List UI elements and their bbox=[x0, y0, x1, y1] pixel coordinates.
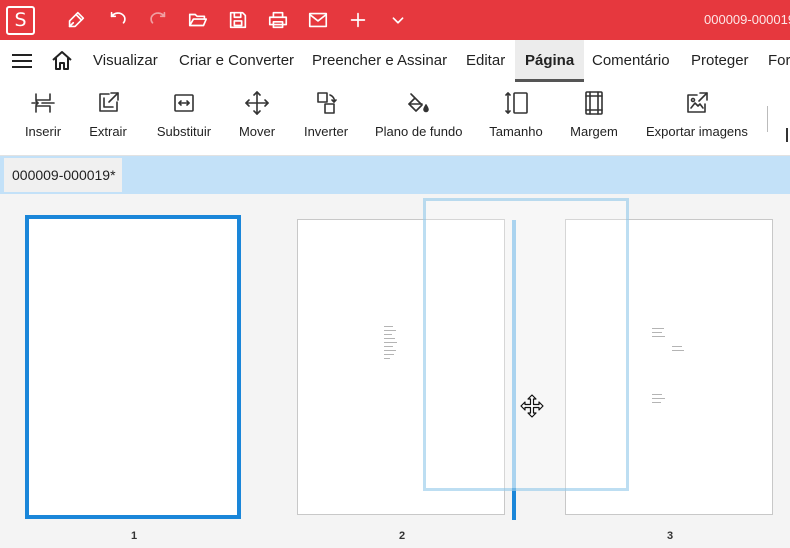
tab-criar-e-converter[interactable]: Criar e Converter bbox=[179, 40, 294, 82]
ribbon-separator bbox=[767, 106, 768, 132]
tab-visualizar[interactable]: Visualizar bbox=[93, 40, 158, 82]
background-button[interactable]: Plano de fundo bbox=[375, 90, 462, 148]
tab-formulario[interactable]: For bbox=[768, 40, 790, 82]
page-thumbnail-1[interactable] bbox=[25, 215, 241, 519]
print-icon[interactable] bbox=[258, 0, 298, 40]
move-icon bbox=[244, 90, 270, 116]
page-size-button[interactable]: Tamanho bbox=[489, 90, 543, 148]
menu-bar: Visualizar Criar e Converter Preencher e… bbox=[0, 40, 790, 82]
move-button[interactable]: Mover bbox=[238, 90, 276, 148]
window-title: 000009-000019 bbox=[704, 12, 790, 27]
page-number-3: 3 bbox=[666, 530, 674, 542]
pen-icon[interactable] bbox=[56, 0, 96, 40]
insert-page-icon bbox=[30, 90, 56, 116]
margin-button[interactable]: Margem bbox=[569, 90, 619, 148]
tab-comentario[interactable]: Comentário bbox=[592, 40, 670, 82]
open-folder-icon[interactable] bbox=[178, 0, 218, 40]
extract-icon bbox=[95, 90, 121, 116]
drag-ghost-page bbox=[423, 198, 629, 491]
move-cursor-icon bbox=[519, 393, 545, 419]
chevron-down-icon[interactable] bbox=[378, 0, 418, 40]
app-logo[interactable]: S bbox=[6, 6, 35, 35]
replace-icon bbox=[171, 90, 197, 116]
page-number-1: 1 bbox=[130, 530, 138, 542]
home-icon[interactable] bbox=[50, 49, 74, 73]
hamburger-menu-icon[interactable] bbox=[10, 51, 34, 71]
redo-icon[interactable] bbox=[138, 0, 178, 40]
save-icon[interactable] bbox=[218, 0, 258, 40]
paint-bucket-icon bbox=[405, 90, 431, 116]
title-bar: S 000009-000019 bbox=[0, 0, 790, 40]
document-tab-strip: 000009-000019* bbox=[0, 156, 790, 194]
page-number-2: 2 bbox=[398, 530, 406, 542]
tab-preencher-e-assinar[interactable]: Preencher e Assinar bbox=[312, 40, 447, 82]
undo-icon[interactable] bbox=[98, 0, 138, 40]
export-images-icon bbox=[684, 90, 710, 116]
export-images-button[interactable]: Exportar imagens bbox=[646, 90, 748, 148]
ribbon-overflow-stub bbox=[786, 128, 788, 142]
mail-icon[interactable] bbox=[298, 0, 338, 40]
replace-button[interactable]: Substituir bbox=[156, 90, 212, 148]
ribbon-toolbar: Inserir Extrair Substituir Mover Inverte… bbox=[0, 82, 790, 156]
document-tab[interactable]: 000009-000019* bbox=[4, 158, 122, 192]
margin-icon bbox=[581, 90, 607, 116]
rotate-icon bbox=[313, 90, 339, 116]
tab-proteger[interactable]: Proteger bbox=[691, 40, 749, 82]
rotate-button[interactable]: Inverter bbox=[303, 90, 349, 148]
tab-pagina[interactable]: Página bbox=[515, 40, 585, 82]
plus-icon[interactable] bbox=[338, 0, 378, 40]
insert-button[interactable]: Inserir bbox=[24, 90, 62, 148]
extract-button[interactable]: Extrair bbox=[88, 90, 128, 148]
tab-editar[interactable]: Editar bbox=[466, 40, 505, 82]
page-size-icon bbox=[503, 90, 529, 116]
